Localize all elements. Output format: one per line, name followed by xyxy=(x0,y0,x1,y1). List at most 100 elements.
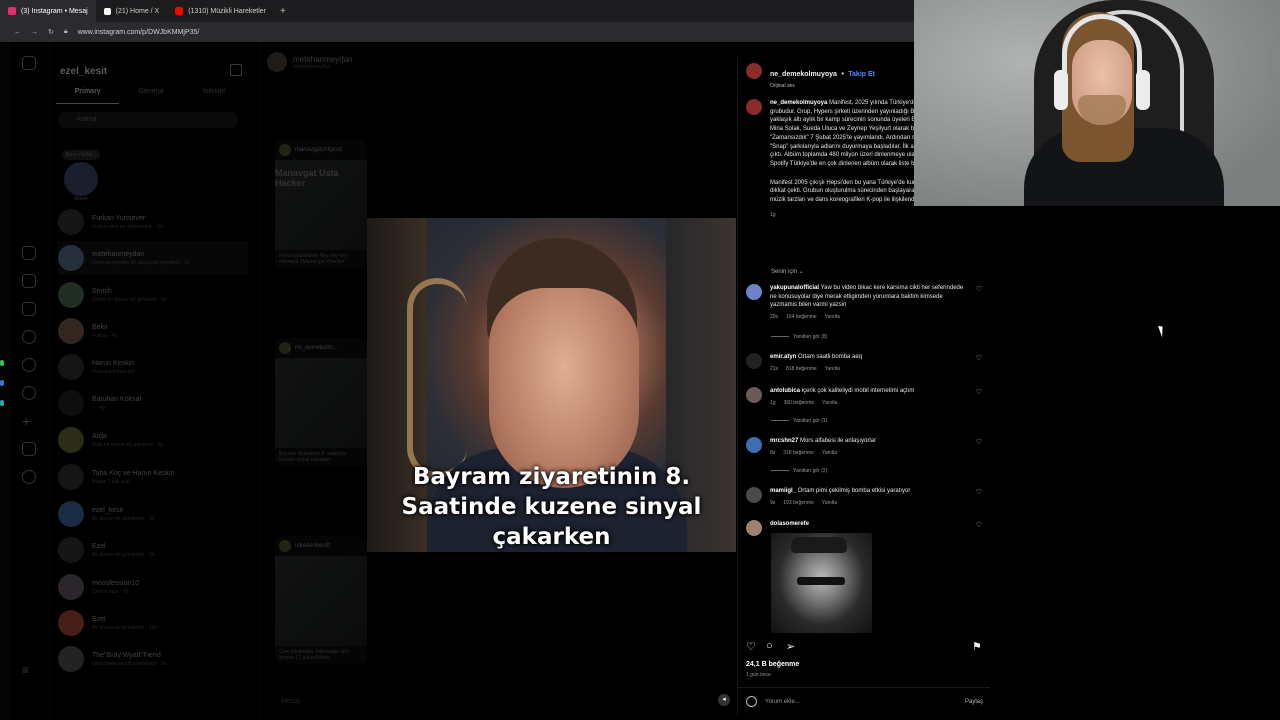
shared-post-title: Manavgat Usta Hacker xyxy=(275,168,339,188)
comment-user[interactable]: antolubica xyxy=(770,388,800,394)
comment: emir.atyn Ortam saatli bomba aeq 21s 818 … xyxy=(746,353,986,373)
shared-post-card[interactable]: ne_demekolm... Bayram ziyaretinin 8. saa… xyxy=(275,338,367,466)
tab-instagram[interactable]: (3) Instagram • Mesaj xyxy=(0,0,96,22)
tab-youtube[interactable]: (1310) Müzikli Hareketler xyxy=(167,0,274,22)
comment-likes[interactable]: 193 beğenme xyxy=(783,500,814,506)
heart-icon[interactable]: ♡ xyxy=(976,285,982,293)
comment-user[interactable]: yakupunalofficial xyxy=(770,285,819,291)
comment-input[interactable]: Yorum ekle... xyxy=(765,699,800,705)
speaker-muted-icon[interactable]: ◂ xyxy=(718,694,730,706)
search-input[interactable]: Arama xyxy=(58,112,238,128)
avatar[interactable] xyxy=(746,437,762,453)
message-input[interactable]: Mesaj... xyxy=(267,698,363,712)
profile-icon[interactable] xyxy=(22,470,36,484)
emoji-icon[interactable] xyxy=(746,696,757,707)
search-icon[interactable] xyxy=(22,330,36,344)
conversation-row[interactable]: Arda Arda bir dosya eki gönderdi · 4g xyxy=(58,423,248,457)
avatar[interactable] xyxy=(746,520,762,536)
avatar[interactable] xyxy=(746,63,762,79)
avatar[interactable] xyxy=(746,353,762,369)
heart-icon[interactable]: ♡ xyxy=(976,488,982,496)
tab-requests[interactable]: İstekler xyxy=(183,88,246,104)
reply-button[interactable]: Yanıtla xyxy=(825,366,840,372)
conversation-row[interactable]: Furkan Yurtsever Furkan sent an attachmen… xyxy=(58,205,248,239)
tab-general[interactable]: General xyxy=(119,88,182,104)
conversation-row[interactable]: Batuhan Köksal 7 · 4g xyxy=(58,386,248,420)
reply-button[interactable]: Yanıtla xyxy=(825,314,840,320)
new-tab-button[interactable]: + xyxy=(274,6,292,17)
reload-icon[interactable]: ↻ xyxy=(48,28,54,36)
comment: antolubica içerik çok kaliteliydi mobil … xyxy=(746,387,986,407)
reply-button[interactable]: Yanıtla xyxy=(822,400,837,406)
conversation-row[interactable]: metehanmeydan metehanmeydan bir dosya ekl… xyxy=(58,241,248,275)
reply-button[interactable]: Yanıtla xyxy=(822,450,837,456)
like-count[interactable]: 24,1 B beğenme xyxy=(746,661,799,668)
tab-primary[interactable]: Primary xyxy=(56,88,120,104)
webcam-overlay xyxy=(914,0,1280,206)
conversation-row[interactable]: Semih Semih bir dosya eki gönderdi · 3s xyxy=(58,278,248,312)
avatar[interactable] xyxy=(746,487,762,503)
taskbar-app-icon[interactable] xyxy=(0,400,4,406)
chat-header[interactable]: metehanmeydan metehanmeydan xyxy=(267,52,353,72)
shared-post-card[interactable]: manavgatshitpost manavgatshitpost Ney ne… xyxy=(275,140,367,268)
create-icon[interactable]: + xyxy=(22,414,36,428)
instagram-logo-icon[interactable] xyxy=(22,56,36,70)
reply-button[interactable]: Yanıtla xyxy=(822,500,837,506)
comment-user[interactable]: emir.atyn xyxy=(770,354,796,360)
avatar[interactable] xyxy=(746,284,762,300)
new-message-icon[interactable] xyxy=(230,64,242,76)
post-comment-button[interactable]: Paylaş xyxy=(965,699,983,705)
comment-likes[interactable]: 818 beğenme xyxy=(786,366,817,372)
url-field[interactable]: www.instagram.com/p/DWJbKMMjP35/ xyxy=(78,29,200,36)
comment-user[interactable]: dolasomerefe xyxy=(770,521,809,527)
like-heart-icon[interactable]: ♡ xyxy=(746,640,756,653)
messages-icon[interactable] xyxy=(22,302,36,316)
avatar[interactable] xyxy=(746,387,762,403)
conversation-row[interactable]: Harun Keskin Furkan'a mesaj attı xyxy=(58,350,248,384)
comment-likes[interactable]: 360 beğenme xyxy=(784,400,815,406)
comment-likes[interactable]: 318 beğenme xyxy=(783,450,814,456)
heart-icon[interactable]: ♡ xyxy=(976,354,982,362)
post-author[interactable]: ne_demekolmuyoya xyxy=(770,71,837,78)
comment-user[interactable]: mamiigl_ xyxy=(770,488,796,494)
description-author[interactable]: ne_demekolmuyoya xyxy=(770,100,827,106)
conversation-row[interactable]: Ezel Bir dosya eki gönderdin · 13h xyxy=(58,606,248,640)
view-replies[interactable]: Yanıtları gör (1) xyxy=(771,418,827,424)
conversation-row[interactable]: ezel_kesit Bir dosya eki gönderdin · 1h xyxy=(58,497,248,531)
comment-sort-dropdown[interactable]: Senin için ⌄ xyxy=(771,268,804,275)
note-item[interactable]: Bizim Notlar... Notun xyxy=(62,150,100,202)
forward-icon[interactable]: → xyxy=(31,29,38,36)
view-replies[interactable]: Yanıtları gör (2) xyxy=(771,468,827,474)
follow-button[interactable]: Takip Et xyxy=(848,71,875,78)
share-send-icon[interactable]: ➢ xyxy=(786,640,795,653)
heart-icon[interactable]: ♡ xyxy=(976,388,982,396)
heart-icon[interactable] xyxy=(22,386,36,400)
avatar[interactable] xyxy=(746,99,762,115)
comment-likes[interactable]: 164 beğenme xyxy=(786,314,817,320)
reels-icon[interactable] xyxy=(22,274,36,288)
back-icon[interactable]: ← xyxy=(14,29,21,36)
comment-bubble-icon[interactable]: ○ xyxy=(766,640,773,652)
conversation-row[interactable]: Bekir Furkan · 4s xyxy=(58,314,248,348)
taskbar-app-icon[interactable] xyxy=(0,380,4,386)
heart-icon[interactable]: ♡ xyxy=(976,521,982,529)
shared-post-card[interactable]: ulkedenkesitt Cem bilekbokta Teknosada a… xyxy=(275,536,367,664)
account-username[interactable]: ezel_kesit xyxy=(60,66,107,77)
heart-icon[interactable]: ♡ xyxy=(976,438,982,446)
conversation-row[interactable]: Ezel Bir dosya eki gönderdin · 1h xyxy=(58,533,248,567)
home-icon[interactable] xyxy=(22,246,36,260)
view-replies[interactable]: Yanıtları gör (8) xyxy=(771,334,827,340)
conversation-row[interactable]: Taha Koç ve Harun Keskin Bugün 2 kişi akt… xyxy=(58,460,248,494)
comment-gif-image[interactable] xyxy=(771,533,872,633)
audio-label[interactable]: Orijinal ses xyxy=(770,83,875,89)
dashboard-icon[interactable] xyxy=(22,442,36,456)
bookmark-icon[interactable]: ⚑ xyxy=(972,640,982,653)
tab-label: (21) Home / X xyxy=(115,7,160,15)
conversation-row[interactable]: The"Bray Wyatt"Fiend https://www.reddit.c… xyxy=(58,642,248,676)
comment-user[interactable]: mrcshn27 xyxy=(770,438,798,444)
explore-icon[interactable] xyxy=(22,358,36,372)
conversation-row[interactable]: meosfession10 Cem'in burs · 1h xyxy=(58,570,248,604)
tab-x[interactable]: (21) Home / X xyxy=(96,0,168,22)
taskbar-app-icon[interactable] xyxy=(0,360,4,366)
menu-icon[interactable]: ≡ xyxy=(22,664,36,678)
